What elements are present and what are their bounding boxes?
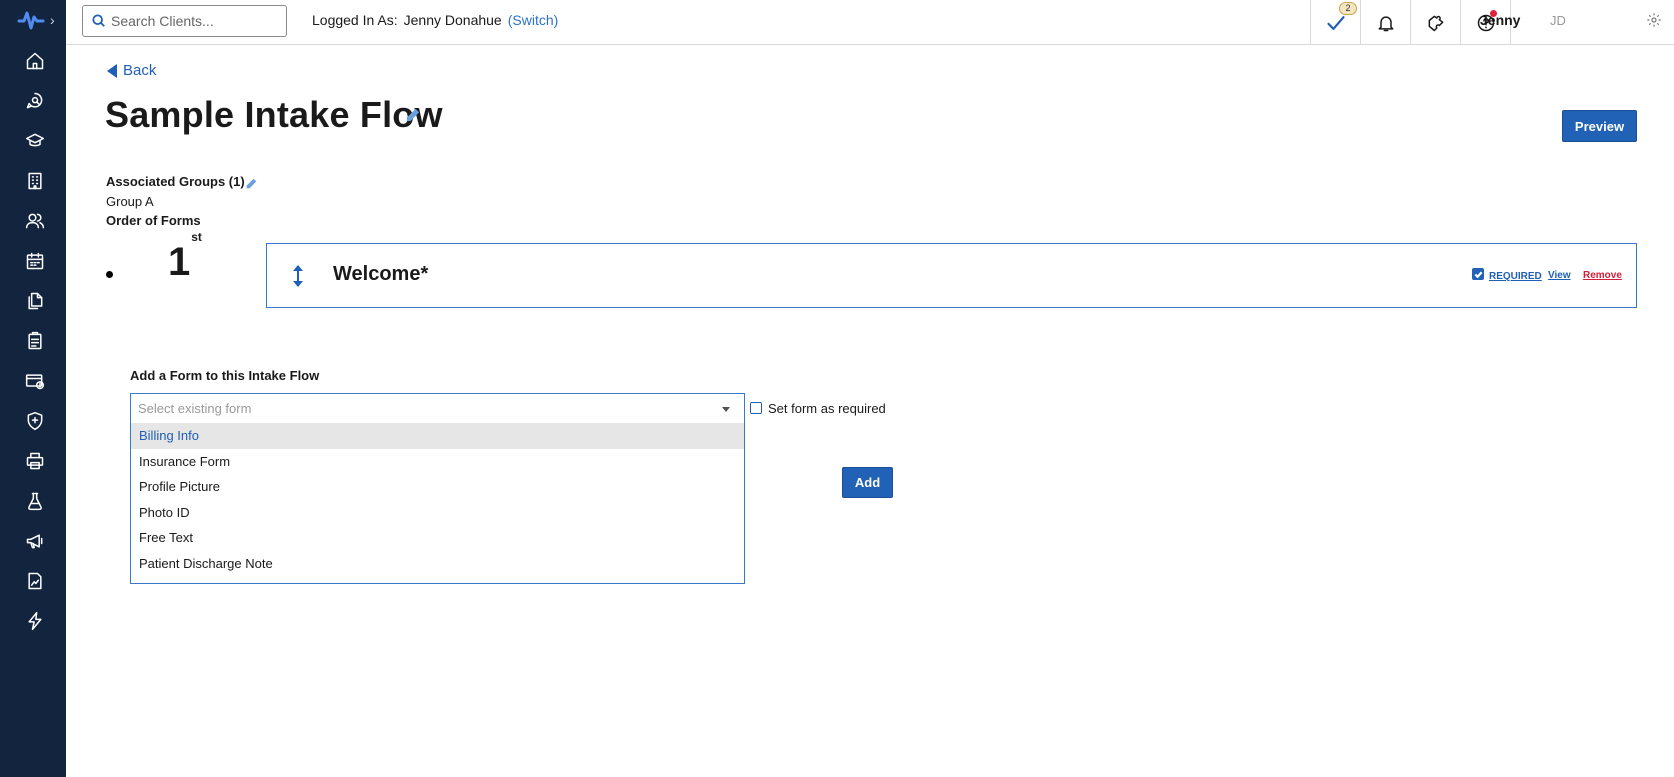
drag-handle-icon[interactable] bbox=[291, 264, 305, 288]
sidebar: › bbox=[0, 0, 66, 777]
order-of-forms-label: Order of Forms bbox=[106, 213, 201, 228]
form-name: Welcome* bbox=[333, 263, 429, 285]
user-name[interactable]: Jenny bbox=[1480, 12, 1520, 28]
ordinal-suffix: st bbox=[191, 229, 202, 244]
client-search-box[interactable] bbox=[82, 5, 287, 37]
integrations-button[interactable] bbox=[1410, 0, 1460, 45]
puzzle-icon bbox=[1428, 15, 1443, 31]
required-checkbox[interactable] bbox=[1472, 268, 1484, 280]
required-label[interactable]: REQUIRED bbox=[1489, 271, 1542, 282]
dropdown-option[interactable]: Photo ID bbox=[131, 500, 744, 526]
calendar-icon[interactable] bbox=[23, 249, 47, 273]
form-select-placeholder: Select existing form bbox=[138, 401, 252, 416]
page-title: Sample Intake Flow bbox=[105, 94, 443, 135]
add-form-button[interactable]: Add bbox=[842, 467, 893, 498]
remove-form-link[interactable]: Remove bbox=[1583, 270, 1622, 281]
client-search-input[interactable] bbox=[111, 11, 281, 31]
building-icon[interactable] bbox=[23, 169, 47, 193]
report-icon[interactable] bbox=[23, 569, 47, 593]
ordinal-number: 1 bbox=[168, 240, 191, 284]
add-form-label: Add a Form to this Intake Flow bbox=[130, 368, 320, 383]
caret-down-icon bbox=[722, 407, 730, 412]
edit-title-pencil-icon[interactable] bbox=[406, 108, 420, 122]
group-name: Group A bbox=[106, 194, 154, 209]
printer-icon[interactable] bbox=[23, 449, 47, 473]
form-select[interactable]: Select existing form bbox=[130, 393, 745, 424]
associated-groups-label: Associated Groups (1) bbox=[106, 174, 245, 189]
users-icon[interactable] bbox=[23, 209, 47, 233]
logged-in-label: Logged In As: bbox=[312, 12, 398, 28]
edit-groups-pencil-icon[interactable] bbox=[246, 176, 257, 189]
gear-icon[interactable] bbox=[1646, 12, 1662, 28]
graduation-cap-icon[interactable] bbox=[23, 129, 47, 153]
billing-card-icon[interactable] bbox=[23, 369, 47, 393]
list-bullet bbox=[106, 271, 113, 278]
back-arrow-icon bbox=[107, 63, 117, 78]
tasks-button[interactable]: 2 bbox=[1310, 0, 1360, 45]
logged-in-user-name: Jenny Donahue bbox=[403, 12, 502, 28]
set-required-checkbox[interactable] bbox=[750, 402, 762, 414]
dropdown-option[interactable]: Billing Info bbox=[131, 423, 744, 449]
dropdown-option[interactable]: Insurance Form bbox=[131, 449, 744, 475]
logged-in-status: Logged In As: Jenny Donahue (Switch) bbox=[312, 12, 558, 28]
switch-user-link[interactable]: (Switch) bbox=[508, 12, 559, 28]
shield-icon[interactable] bbox=[23, 409, 47, 433]
search-chat-icon[interactable] bbox=[23, 89, 47, 113]
lightning-icon[interactable] bbox=[23, 609, 47, 633]
dropdown-option[interactable]: Free Text bbox=[131, 525, 744, 551]
clipboard-icon[interactable] bbox=[23, 329, 47, 353]
megaphone-icon[interactable] bbox=[23, 529, 47, 553]
back-label: Back bbox=[123, 62, 157, 79]
form-order-ordinal: 1st bbox=[168, 231, 202, 284]
avatar[interactable]: JD bbox=[1550, 13, 1566, 28]
dropdown-option[interactable]: Profile Picture bbox=[131, 474, 744, 500]
preview-button[interactable]: Preview bbox=[1562, 110, 1637, 142]
dropdown-option[interactable]: Patient Discharge Note bbox=[131, 551, 744, 577]
chevron-right-icon[interactable]: › bbox=[50, 12, 55, 28]
back-link[interactable]: Back bbox=[107, 62, 156, 79]
view-form-link[interactable]: View bbox=[1548, 270, 1571, 281]
tasks-count-badge: 2 bbox=[1339, 2, 1357, 15]
set-required-label[interactable]: Set form as required bbox=[768, 401, 886, 416]
notifications-button[interactable] bbox=[1360, 0, 1410, 45]
flask-icon[interactable] bbox=[23, 489, 47, 513]
brand-logo-icon[interactable] bbox=[17, 9, 45, 31]
bell-icon bbox=[1378, 15, 1393, 31]
documents-icon[interactable] bbox=[23, 289, 47, 313]
form-select-dropdown: Billing Info Insurance Form Profile Pict… bbox=[130, 423, 745, 584]
form-card-welcome[interactable]: Welcome* REQUIRED View Remove bbox=[266, 243, 1637, 308]
home-icon[interactable] bbox=[23, 49, 47, 73]
search-icon bbox=[92, 14, 105, 27]
checkmark-icon bbox=[1326, 15, 1345, 30]
top-bar: Logged In As: Jenny Donahue (Switch) 2 bbox=[66, 0, 1674, 45]
